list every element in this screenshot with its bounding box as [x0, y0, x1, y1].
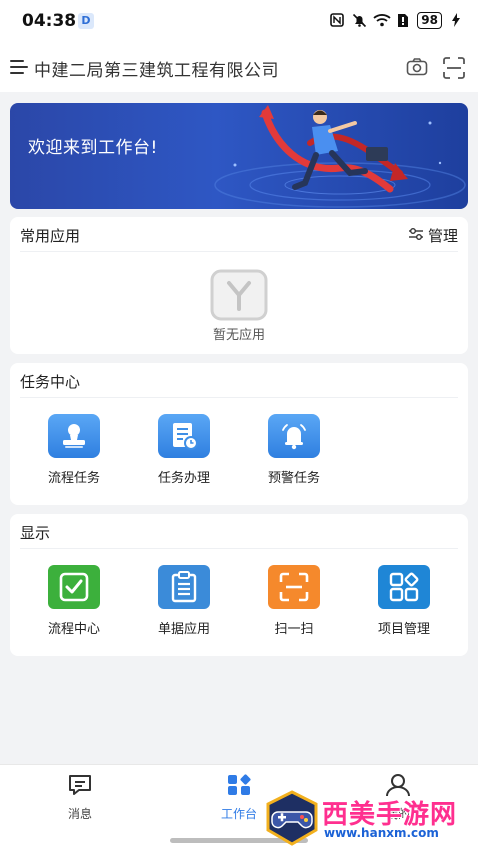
app-label: 任务办理 — [157, 471, 210, 486]
app-process-center[interactable]: 流程中心 — [29, 565, 119, 637]
app-label: 单据应用 — [157, 622, 210, 637]
clipboard-icon — [158, 565, 210, 609]
app-process-task[interactable]: 流程任务 — [29, 414, 119, 486]
app-header: 中建二局第三建筑工程有限公司 — [0, 44, 478, 92]
message-icon — [67, 775, 93, 801]
tab-messages[interactable]: 消息 — [40, 773, 120, 822]
status-icons: 98 — [329, 12, 464, 29]
app-alert-task[interactable]: 预警任务 — [249, 414, 339, 486]
display-card: 显示 流程中心 单据应用 扫一扫 项目管理 — [10, 514, 468, 656]
wifi-icon — [373, 13, 391, 29]
status-time: 04:38 — [22, 11, 77, 31]
app-task-handling[interactable]: 任务办理 — [139, 414, 229, 486]
status-bar: 04:38 D 98 — [0, 0, 478, 44]
nfc-icon — [329, 12, 345, 29]
manage-label: 管理 — [427, 227, 458, 245]
gamepad-logo-icon — [264, 790, 320, 850]
watermark-url: www.hanxm.com — [324, 826, 439, 840]
mute-icon — [351, 13, 367, 29]
battery-level: 98 — [417, 12, 442, 29]
app-label: 流程任务 — [47, 471, 100, 486]
app-project-management[interactable]: 项目管理 — [359, 565, 449, 637]
camera-icon[interactable] — [406, 57, 428, 81]
grid-apps-icon — [378, 565, 430, 609]
sim-icon — [395, 13, 411, 29]
task-center-card: 任务中心 流程任务 任务办理 预警任务 — [10, 363, 468, 505]
document-clock-icon — [158, 414, 210, 458]
app-document-apps[interactable]: 单据应用 — [139, 565, 229, 637]
common-apps-title: 常用应用 — [20, 227, 81, 245]
scan-frame-icon — [268, 565, 320, 609]
display-title: 显示 — [20, 524, 51, 542]
bell-icon — [268, 414, 320, 458]
company-name[interactable]: 中建二局第三建筑工程有限公司 — [34, 56, 279, 81]
charging-icon — [448, 12, 464, 29]
common-apps-card: 常用应用 管理 暂无应用 — [10, 217, 468, 354]
menu-icon[interactable] — [10, 59, 28, 75]
tab-label: 消息 — [67, 807, 92, 821]
divider — [20, 251, 458, 252]
app-label: 预警任务 — [267, 471, 320, 486]
app-label: 流程中心 — [47, 622, 100, 637]
scan-icon[interactable] — [442, 56, 466, 84]
divider — [20, 548, 458, 549]
divider — [20, 397, 458, 398]
checkbox-icon — [48, 565, 100, 609]
sliders-icon — [408, 227, 424, 245]
empty-box-icon — [210, 269, 268, 325]
app-scan[interactable]: 扫一扫 — [249, 565, 339, 637]
workbench-icon — [226, 774, 252, 801]
empty-apps-text: 暂无应用 — [212, 328, 265, 343]
app-badge: D — [78, 13, 94, 29]
app-label: 项目管理 — [377, 622, 430, 637]
banner-welcome-text: 欢迎来到工作台! — [28, 138, 158, 158]
app-label: 扫一扫 — [274, 622, 314, 637]
watermark: 西美手游网 www.hanxm.com — [264, 790, 476, 848]
manage-button[interactable]: 管理 — [408, 225, 458, 246]
welcome-banner: 欢迎来到工作台! — [10, 103, 468, 209]
task-center-title: 任务中心 — [20, 373, 81, 391]
stamp-icon — [48, 414, 100, 458]
